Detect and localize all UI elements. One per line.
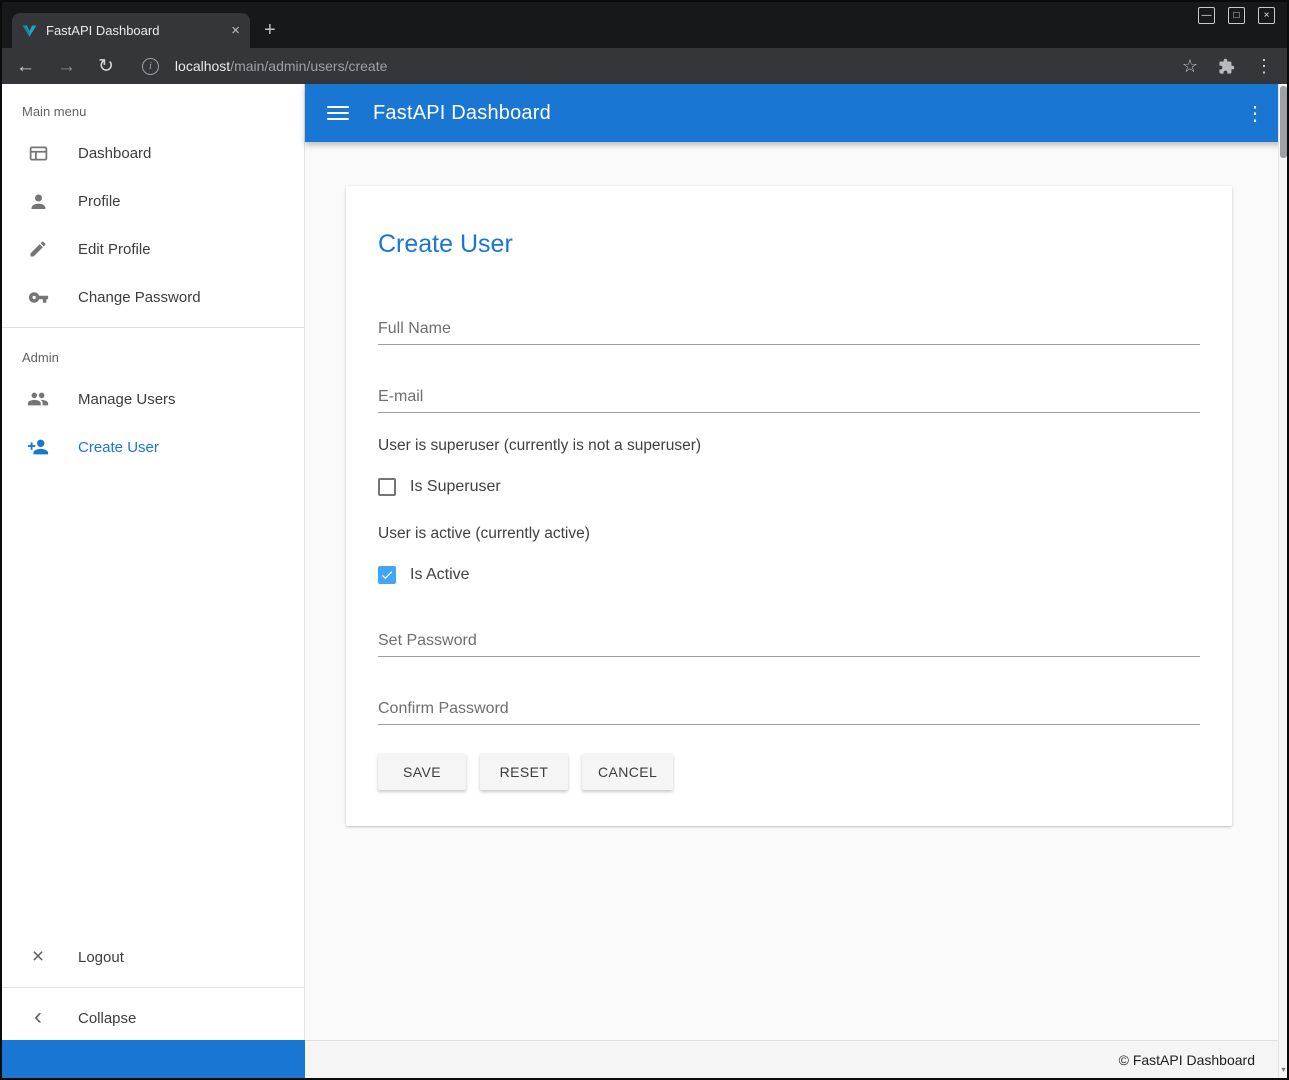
main-area: FastAPI Dashboard ⋮ Create User User is … xyxy=(305,84,1287,1042)
reset-button[interactable]: RESET xyxy=(480,753,568,790)
sidebar-item-label: Create User xyxy=(78,439,159,456)
scrollbar-thumb[interactable] xyxy=(1280,86,1287,158)
create-user-card: Create User User is superuser (currently… xyxy=(346,186,1232,826)
sidebar-item-edit-profile[interactable]: Edit Profile xyxy=(2,225,304,273)
address-bar: ← → ↻ i localhost/main/admin/users/creat… xyxy=(2,48,1287,84)
person-icon xyxy=(26,189,50,213)
appbar-menu-icon[interactable]: ⋮ xyxy=(1245,101,1265,126)
email-input[interactable] xyxy=(378,373,1200,413)
sidebar-section-admin: Admin xyxy=(2,334,304,375)
sidebar-spacer xyxy=(2,471,304,933)
appbar-title: FastAPI Dashboard xyxy=(373,102,551,125)
dashboard-icon xyxy=(26,141,50,165)
forward-icon[interactable]: → xyxy=(57,57,76,76)
sidebar-item-label: Logout xyxy=(78,949,124,966)
sidebar-section-main-menu: Main menu xyxy=(2,88,304,129)
page: Main menu Dashboard Profile Edit Profile xyxy=(2,84,1287,1042)
sidebar-item-label: Manage Users xyxy=(78,391,176,408)
key-icon xyxy=(26,285,50,309)
sidebar-item-collapse[interactable]: ‹ Collapse xyxy=(2,994,304,1042)
sidebar-item-logout[interactable]: × Logout xyxy=(2,933,304,981)
logout-x-icon: × xyxy=(26,945,50,969)
url-field[interactable]: localhost/main/admin/users/create xyxy=(175,58,1160,74)
sidebar-item-profile[interactable]: Profile xyxy=(2,177,304,225)
save-button[interactable]: SAVE xyxy=(378,753,466,790)
is-superuser-checkbox[interactable]: Is Superuser xyxy=(378,473,1200,501)
cancel-button[interactable]: CANCEL xyxy=(582,753,673,790)
footer: © FastAPI Dashboard xyxy=(2,1040,1287,1078)
set-password-input[interactable] xyxy=(378,617,1200,657)
url-path: /main/admin/users/create xyxy=(230,58,387,74)
sidebar-item-label: Collapse xyxy=(78,1010,136,1027)
sidebar-item-label: Change Password xyxy=(78,289,201,306)
app-bar: FastAPI Dashboard ⋮ xyxy=(305,84,1287,142)
tab-title: FastAPI Dashboard xyxy=(46,23,222,38)
new-tab-button[interactable]: + xyxy=(264,20,276,40)
sidebar-item-label: Dashboard xyxy=(78,145,151,162)
url-host: localhost xyxy=(175,58,230,74)
scroll-down-arrow-icon[interactable]: ▾ xyxy=(1279,1065,1288,1074)
sidebar-item-change-password[interactable]: Change Password xyxy=(2,273,304,321)
browser-menu-icon[interactable]: ⋮ xyxy=(1255,56,1273,77)
extensions-icon[interactable] xyxy=(1218,58,1235,75)
page-scrollbar[interactable]: ▾ xyxy=(1278,84,1287,1078)
vuetify-favicon-icon xyxy=(22,23,37,38)
checkbox-label: Is Active xyxy=(410,566,470,584)
reload-icon[interactable]: ↻ xyxy=(98,57,114,76)
sidebar-item-label: Edit Profile xyxy=(78,241,151,258)
back-icon[interactable]: ← xyxy=(16,57,35,76)
minimize-icon[interactable]: — xyxy=(1198,7,1215,24)
sidebar-item-create-user[interactable]: Create User xyxy=(2,423,304,471)
page-title: Create User xyxy=(378,230,1200,259)
sidebar: Main menu Dashboard Profile Edit Profile xyxy=(2,84,305,1042)
checkbox-label: Is Superuser xyxy=(410,478,501,496)
tab-close-icon[interactable]: × xyxy=(231,23,240,38)
tab-strip: FastAPI Dashboard × + — □ × xyxy=(2,2,1287,48)
sidebar-divider xyxy=(2,987,304,988)
window-controls: — □ × xyxy=(1198,7,1275,24)
is-active-checkbox[interactable]: Is Active xyxy=(378,561,1200,589)
sidebar-item-dashboard[interactable]: Dashboard xyxy=(2,129,304,177)
checkbox-checked-icon[interactable] xyxy=(378,566,396,584)
footer-bar: © FastAPI Dashboard xyxy=(305,1040,1287,1078)
checkbox-unchecked-icon[interactable] xyxy=(378,478,396,496)
bookmark-star-icon[interactable]: ☆ xyxy=(1182,56,1198,77)
people-icon xyxy=(26,387,50,411)
pencil-icon xyxy=(26,237,50,261)
active-status-text: User is active (currently active) xyxy=(378,525,1200,543)
close-window-icon[interactable]: × xyxy=(1258,7,1275,24)
browser-window: FastAPI Dashboard × + — □ × ← → ↻ i loca… xyxy=(0,0,1289,1080)
person-add-icon xyxy=(26,435,50,459)
sidebar-divider xyxy=(2,327,304,328)
browser-tab[interactable]: FastAPI Dashboard × xyxy=(12,13,250,48)
menu-hamburger-icon[interactable] xyxy=(327,106,349,120)
full-name-input[interactable] xyxy=(378,305,1200,345)
chevron-left-icon: ‹ xyxy=(26,1005,50,1029)
copyright-text: © FastAPI Dashboard xyxy=(1119,1052,1255,1068)
site-info-icon[interactable]: i xyxy=(142,58,159,75)
sidebar-item-label: Profile xyxy=(78,193,121,210)
content-area: Create User User is superuser (currently… xyxy=(305,142,1287,1042)
form-buttons: SAVE RESET CANCEL xyxy=(378,753,1200,790)
superuser-status-text: User is superuser (currently is not a su… xyxy=(378,437,1200,455)
sidebar-item-manage-users[interactable]: Manage Users xyxy=(2,375,304,423)
footer-primary-block xyxy=(2,1040,305,1078)
maximize-icon[interactable]: □ xyxy=(1228,7,1245,24)
confirm-password-input[interactable] xyxy=(378,685,1200,725)
